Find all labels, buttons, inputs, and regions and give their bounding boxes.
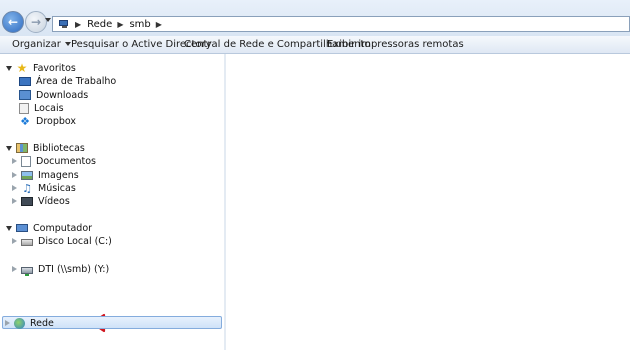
tree-item-computer[interactable]: Computador	[6, 221, 92, 235]
tree-item-dropbox[interactable]: ❖ Dropbox	[19, 114, 76, 128]
navigation-pane[interactable]: ★ Favoritos Área de Trabalho Downloads L…	[0, 54, 224, 350]
network-drive-label: DTI (\\smb) (Y:)	[38, 263, 110, 275]
network-icon	[14, 317, 25, 329]
favorites-label: Favoritos	[33, 62, 76, 74]
expand-arrow-icon[interactable]	[12, 266, 17, 272]
organize-button[interactable]: Organizar	[12, 36, 71, 54]
chevron-down-icon	[64, 42, 71, 46]
view-remote-printers-button[interactable]: Exibir impressoras remotas	[327, 36, 464, 54]
tree-item-network-drive[interactable]: DTI (\\smb) (Y:)	[12, 262, 109, 276]
tree-item-documents[interactable]: Documentos	[12, 154, 96, 168]
star-icon: ★	[16, 60, 28, 75]
tree-item-libraries[interactable]: Bibliotecas	[6, 141, 85, 155]
expand-arrow-icon[interactable]	[12, 172, 17, 178]
dropbox-label: Dropbox	[36, 115, 77, 127]
tree-item-favorites[interactable]: ★ Favoritos	[6, 61, 76, 75]
music-icon: ♫	[22, 181, 32, 195]
documents-icon	[21, 155, 31, 167]
command-bar: Organizar Pesquisar o Active Directory C…	[0, 36, 630, 54]
expand-arrow-icon[interactable]	[12, 185, 17, 191]
address-box[interactable]: ▶ Rede ▶ smb ▶	[52, 16, 630, 32]
organize-label: Organizar	[12, 39, 61, 50]
network-label: Rede	[30, 317, 54, 329]
expand-arrow-icon[interactable]	[12, 158, 17, 164]
desktop-label: Área de Trabalho	[36, 75, 117, 87]
breadcrumb-item-rede[interactable]: Rede	[87, 19, 112, 30]
tree-item-recent-places[interactable]: Locais	[19, 101, 64, 115]
local-disk-label: Disco Local (C:)	[38, 235, 112, 247]
breadcrumb-chevron-icon[interactable]: ▶	[75, 20, 81, 29]
forward-button[interactable]: →	[25, 11, 47, 33]
tree-item-videos[interactable]: Vídeos	[12, 194, 70, 208]
recent-pages-dropdown[interactable]	[45, 18, 51, 22]
file-list-area[interactable]	[226, 54, 630, 350]
breadcrumb-chevron-icon[interactable]: ▶	[156, 20, 162, 29]
breadcrumb-chevron-icon[interactable]: ▶	[117, 20, 123, 29]
local-disk-icon	[21, 239, 33, 246]
expand-arrow-icon[interactable]	[5, 320, 10, 326]
back-arrow-icon: ←	[7, 15, 19, 29]
network-location-icon	[59, 19, 70, 29]
dropbox-icon: ❖	[20, 114, 30, 128]
tree-item-local-disk[interactable]: Disco Local (C:)	[12, 234, 112, 248]
expand-arrow-icon[interactable]	[12, 238, 17, 244]
back-button[interactable]: ←	[2, 11, 24, 33]
forward-arrow-icon: →	[30, 15, 42, 29]
address-bar: ← → ▶ Rede ▶ smb ▶	[0, 0, 630, 36]
breadcrumb-item-smb[interactable]: smb	[129, 19, 150, 30]
tree-item-pictures[interactable]: Imagens	[12, 168, 79, 182]
documents-label: Documentos	[36, 155, 96, 167]
tree-item-network[interactable]: Rede	[5, 316, 54, 330]
downloads-label: Downloads	[36, 89, 89, 101]
desktop-icon	[19, 77, 31, 86]
collapse-arrow-icon[interactable]	[6, 225, 12, 231]
pictures-icon	[21, 170, 33, 180]
recent-places-label: Locais	[34, 102, 64, 114]
pictures-label: Imagens	[38, 169, 79, 181]
libraries-icon	[16, 143, 28, 153]
tree-item-desktop[interactable]: Área de Trabalho	[19, 74, 116, 88]
computer-label: Computador	[33, 222, 93, 234]
expand-arrow-icon[interactable]	[12, 198, 17, 204]
videos-label: Vídeos	[38, 195, 70, 207]
libraries-label: Bibliotecas	[33, 142, 85, 154]
music-label: Músicas	[38, 182, 76, 194]
computer-icon	[16, 224, 28, 232]
tree-item-downloads[interactable]: Downloads	[19, 88, 88, 102]
collapse-arrow-icon[interactable]	[6, 145, 12, 151]
tree-item-music[interactable]: ♫ Músicas	[12, 181, 76, 195]
collapse-arrow-icon[interactable]	[6, 65, 12, 71]
recent-places-icon	[19, 102, 29, 114]
videos-icon	[21, 196, 33, 206]
network-drive-icon	[21, 266, 33, 276]
downloads-icon	[19, 90, 31, 100]
